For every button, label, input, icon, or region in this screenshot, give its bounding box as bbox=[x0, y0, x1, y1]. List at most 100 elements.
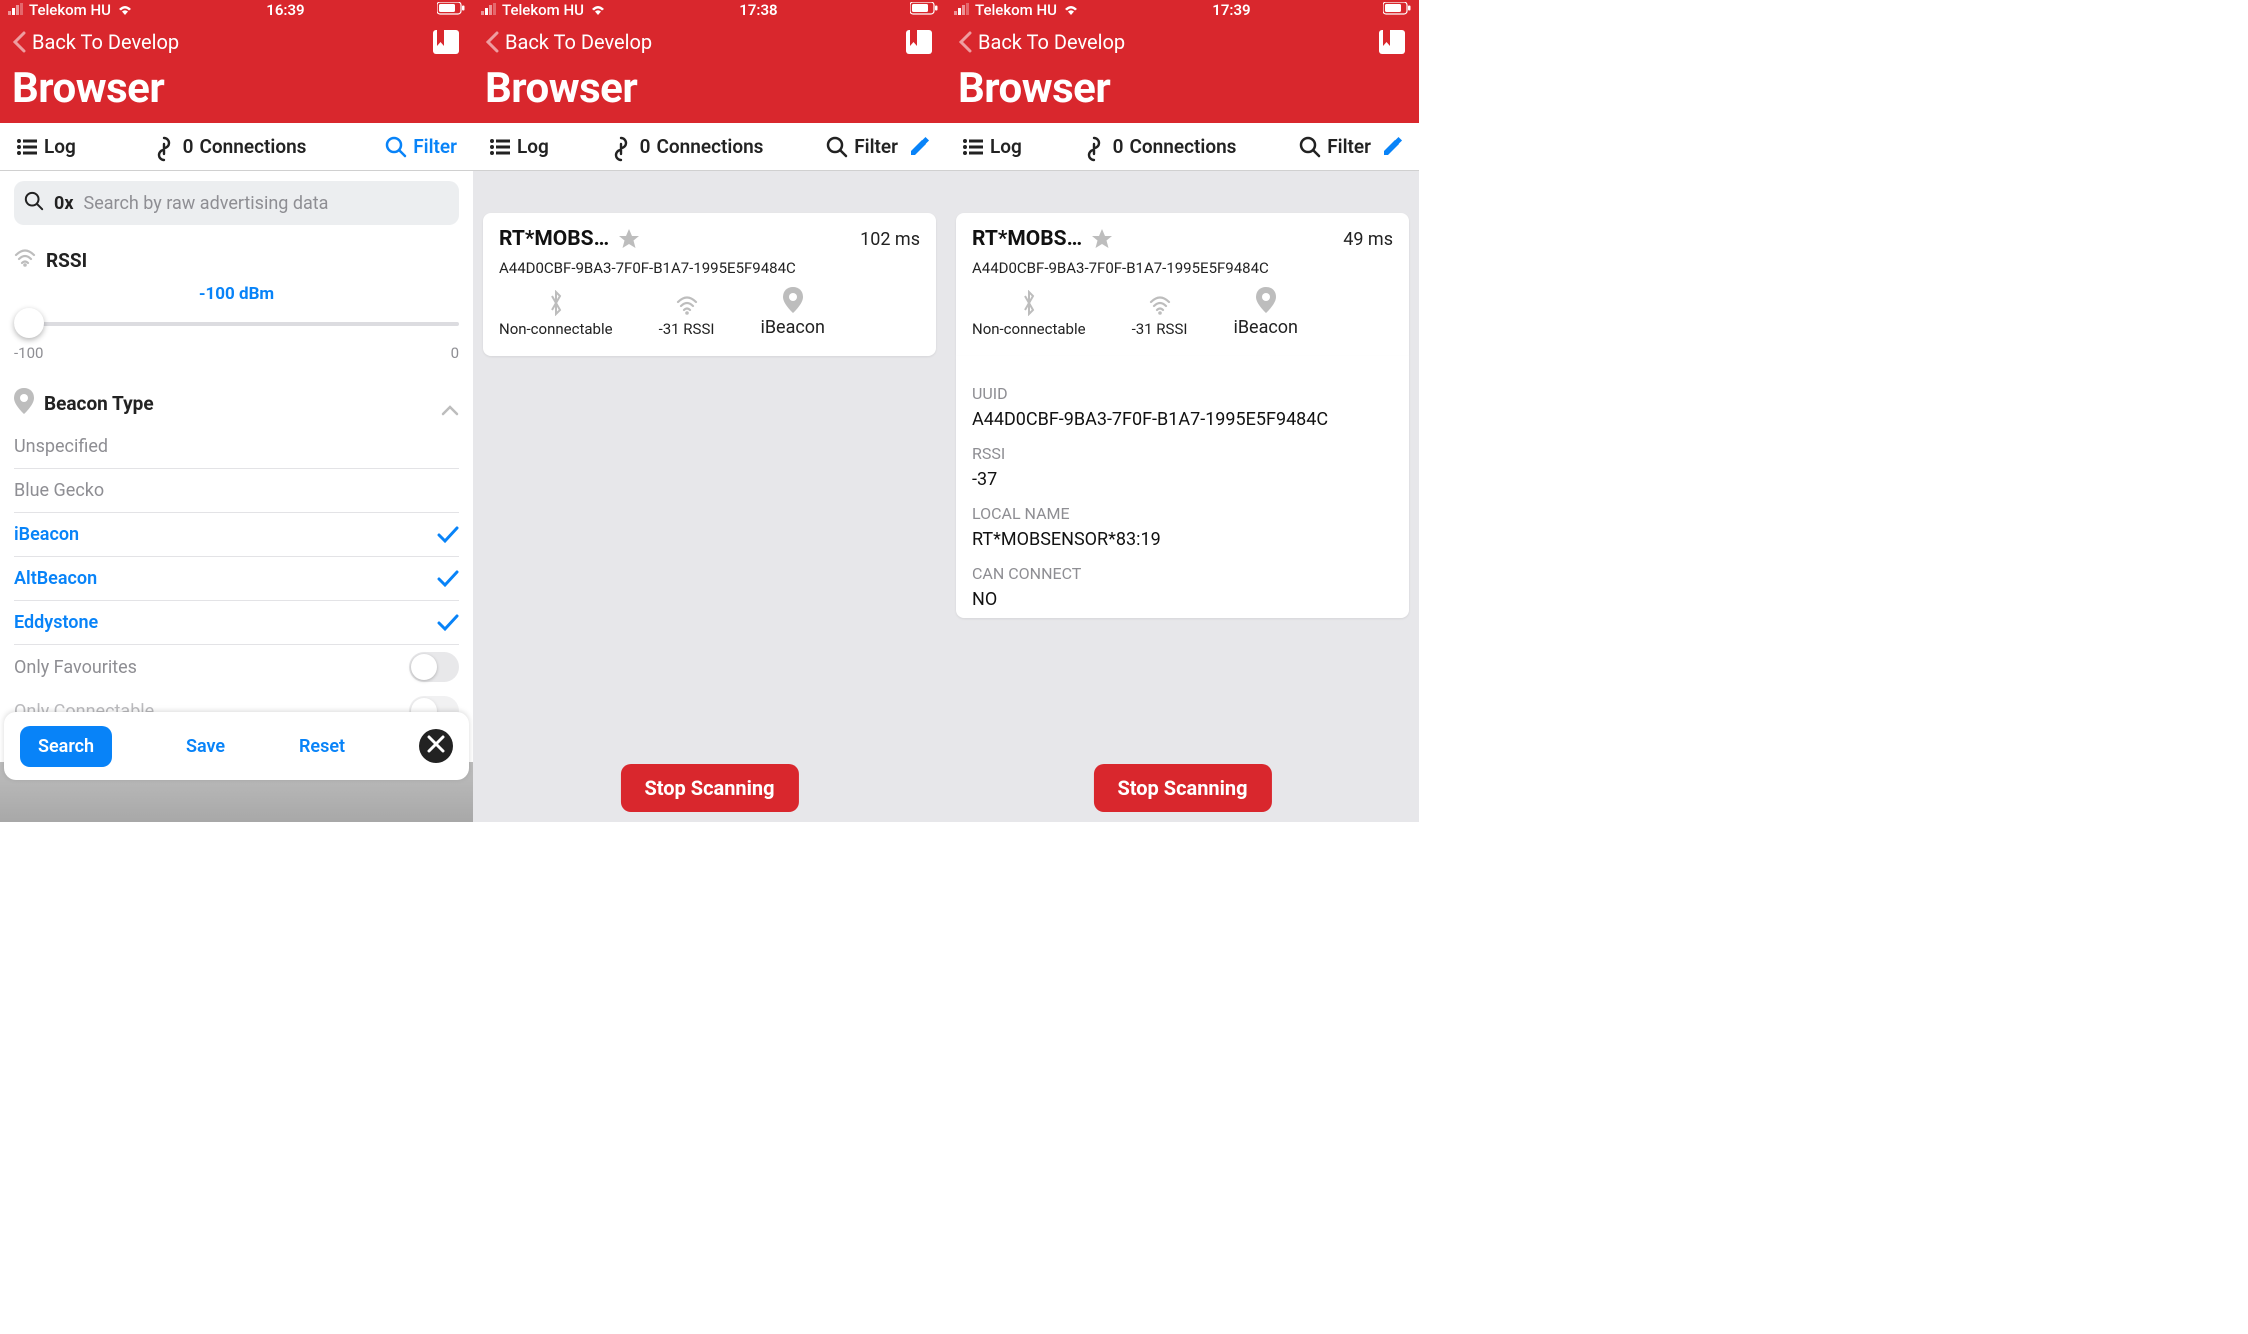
can-connect-value: NO bbox=[972, 589, 1393, 610]
filter-label: Filter bbox=[1327, 135, 1371, 158]
local-name-value: RT*MOBSENSOR*83:19 bbox=[972, 529, 1393, 550]
beacon-item-blue-gecko[interactable]: Blue Gecko bbox=[14, 469, 459, 513]
star-icon[interactable] bbox=[617, 227, 641, 251]
back-label: Back To Develop bbox=[32, 30, 179, 54]
connections-button[interactable]: 0 Connections bbox=[1085, 135, 1237, 158]
local-name-label: LOCAL NAME bbox=[972, 504, 1393, 523]
rssi-min: -100 bbox=[14, 344, 43, 362]
search-icon bbox=[385, 136, 407, 158]
uuid-label: UUID bbox=[972, 384, 1393, 403]
rssi-info: -31 RSSI bbox=[1132, 296, 1188, 338]
carrier-label: Telekom HU bbox=[502, 1, 584, 19]
beacon-type-label: Beacon Type bbox=[44, 392, 154, 415]
beacon-item-unspecified[interactable]: Unspecified bbox=[14, 425, 459, 469]
bookmark-icon[interactable] bbox=[1377, 28, 1407, 56]
header: Back To Develop Browser bbox=[473, 20, 946, 123]
device-card[interactable]: RT*MOBS… 49 ms A44D0CBF-9BA3-7F0F-B1A7-1… bbox=[956, 213, 1409, 356]
connections-count: 0 bbox=[183, 135, 194, 158]
clock: 17:39 bbox=[1212, 1, 1250, 19]
log-button[interactable]: Log bbox=[16, 135, 76, 158]
connections-button[interactable]: 0 Connections bbox=[612, 135, 764, 158]
stop-scanning-button[interactable]: Stop Scanning bbox=[1093, 764, 1271, 812]
edit-icon[interactable] bbox=[908, 136, 930, 158]
device-latency: 102 ms bbox=[860, 229, 920, 250]
bookmark-icon[interactable] bbox=[904, 28, 934, 56]
log-button[interactable]: Log bbox=[962, 135, 1022, 158]
status-bar: Telekom HU 17:38 bbox=[473, 0, 946, 20]
page-title: Browser bbox=[485, 64, 934, 113]
search-prefix: 0x bbox=[54, 193, 74, 214]
device-card[interactable]: RT*MOBS… 102 ms A44D0CBF-9BA3-7F0F-B1A7-… bbox=[483, 213, 936, 356]
device-uuid: A44D0CBF-9BA3-7F0F-B1A7-1995E5F9484C bbox=[499, 259, 920, 277]
log-button[interactable]: Log bbox=[489, 135, 549, 158]
rssi-label: RSSI bbox=[46, 249, 87, 272]
search-icon bbox=[826, 136, 848, 158]
star-icon[interactable] bbox=[1090, 227, 1114, 251]
chevron-left-icon bbox=[958, 31, 972, 53]
slider-thumb[interactable] bbox=[14, 308, 44, 338]
screen-filter: Telekom HU 16:39 Back To Develop Browser bbox=[0, 0, 473, 822]
search-icon bbox=[1299, 136, 1321, 158]
device-latency: 49 ms bbox=[1343, 229, 1393, 250]
scan-results[interactable]: RT*MOBS… 49 ms A44D0CBF-9BA3-7F0F-B1A7-1… bbox=[946, 171, 1419, 822]
bookmark-icon[interactable] bbox=[431, 28, 461, 56]
signal-icon bbox=[481, 1, 497, 19]
log-label: Log bbox=[990, 135, 1022, 158]
battery-icon bbox=[1383, 1, 1411, 19]
filter-button[interactable]: Filter bbox=[385, 135, 457, 158]
edit-icon[interactable] bbox=[1381, 136, 1403, 158]
rssi-info: -31 RSSI bbox=[659, 296, 715, 338]
filter-button[interactable]: Filter bbox=[1299, 135, 1403, 158]
connections-label: Connections bbox=[199, 135, 306, 158]
back-button[interactable]: Back To Develop bbox=[12, 30, 179, 54]
wifi-icon bbox=[1062, 1, 1080, 19]
wifi-icon bbox=[589, 1, 607, 19]
save-button[interactable]: Save bbox=[186, 736, 225, 757]
battery-icon bbox=[437, 1, 465, 19]
list-icon bbox=[962, 136, 984, 158]
search-icon bbox=[24, 191, 44, 216]
location-icon bbox=[14, 388, 34, 419]
rssi-slider[interactable] bbox=[14, 308, 459, 340]
beacon-info: iBeacon bbox=[1233, 287, 1298, 338]
screen-scan-list: Telekom HU 17:38 Back To Develop Browser bbox=[473, 0, 946, 822]
screen-scan-detail: Telekom HU 17:39 Back To Develop Browser bbox=[946, 0, 1419, 822]
header: Back To Develop Browser bbox=[946, 20, 1419, 123]
status-bar: Telekom HU 17:39 bbox=[946, 0, 1419, 20]
beacon-item-altbeacon[interactable]: AltBeacon bbox=[14, 557, 459, 601]
beacon-type-header[interactable]: Beacon Type bbox=[14, 382, 459, 425]
check-icon bbox=[437, 614, 459, 632]
stop-scanning-button[interactable]: Stop Scanning bbox=[620, 764, 798, 812]
link-icon bbox=[155, 136, 177, 158]
connections-label: Connections bbox=[656, 135, 763, 158]
carrier-label: Telekom HU bbox=[29, 1, 111, 19]
uuid-value: A44D0CBF-9BA3-7F0F-B1A7-1995E5F9484C bbox=[972, 409, 1393, 430]
clock: 16:39 bbox=[266, 1, 304, 19]
log-label: Log bbox=[44, 135, 76, 158]
signal-icon bbox=[954, 1, 970, 19]
scan-results[interactable]: RT*MOBS… 102 ms A44D0CBF-9BA3-7F0F-B1A7-… bbox=[473, 171, 946, 822]
back-button[interactable]: Back To Develop bbox=[485, 30, 652, 54]
rssi-max: 0 bbox=[451, 344, 459, 362]
filter-label: Filter bbox=[854, 135, 898, 158]
search-input[interactable]: 0x Search by raw advertising data bbox=[14, 181, 459, 225]
back-button[interactable]: Back To Develop bbox=[958, 30, 1125, 54]
filter-button[interactable]: Filter bbox=[826, 135, 930, 158]
search-placeholder: Search by raw advertising data bbox=[84, 193, 329, 214]
connectable-info: Non-connectable bbox=[499, 290, 613, 338]
list-icon bbox=[489, 136, 511, 158]
check-icon bbox=[437, 570, 459, 588]
connections-button[interactable]: 0 Connections bbox=[155, 135, 307, 158]
beacon-item-ibeacon[interactable]: iBeacon bbox=[14, 513, 459, 557]
wifi-icon bbox=[14, 249, 36, 272]
page-title: Browser bbox=[12, 64, 461, 113]
toolbar: Log 0 Connections Filter bbox=[473, 123, 946, 171]
carrier-label: Telekom HU bbox=[975, 1, 1057, 19]
favourites-toggle[interactable] bbox=[409, 652, 459, 682]
close-button[interactable] bbox=[419, 729, 453, 763]
beacon-item-eddystone[interactable]: Eddystone bbox=[14, 601, 459, 645]
search-button[interactable]: Search bbox=[20, 726, 112, 767]
reset-button[interactable]: Reset bbox=[299, 736, 345, 757]
device-uuid: A44D0CBF-9BA3-7F0F-B1A7-1995E5F9484C bbox=[972, 259, 1393, 277]
filter-footer: Search Save Reset bbox=[4, 712, 469, 780]
